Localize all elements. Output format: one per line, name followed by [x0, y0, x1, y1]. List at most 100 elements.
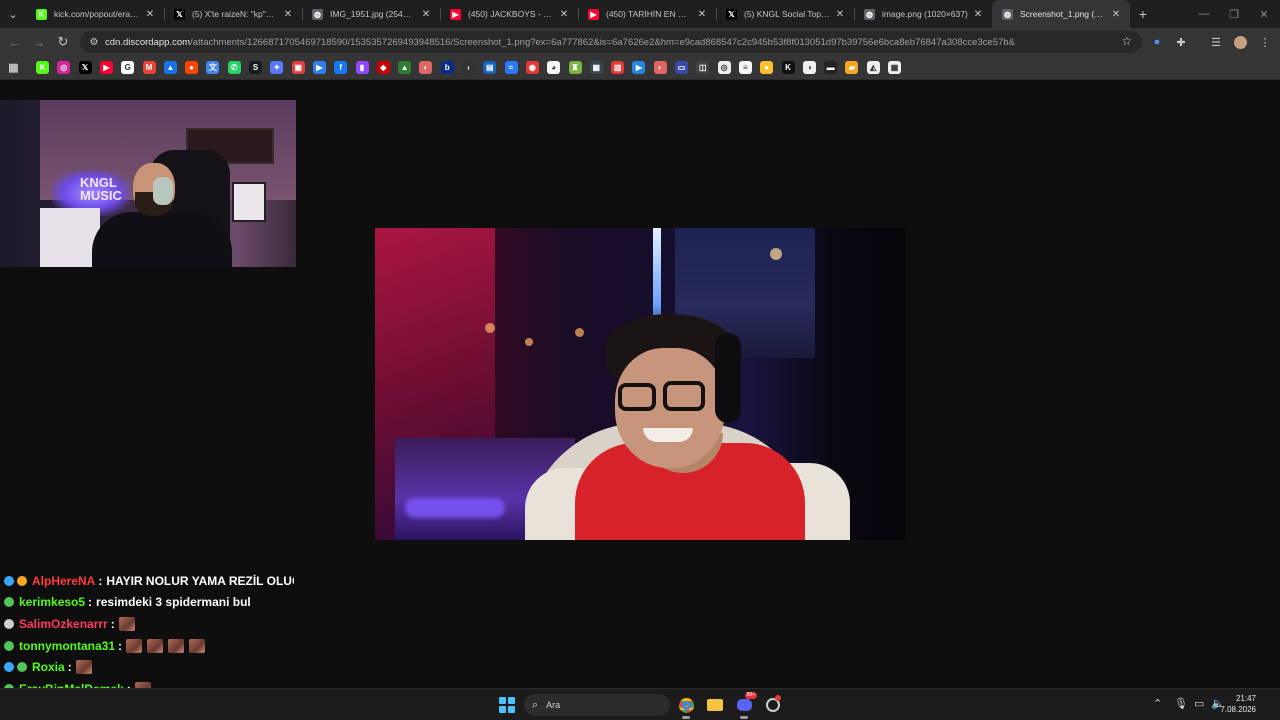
- extensions-puzzle-icon[interactable]: ✚: [1171, 30, 1191, 54]
- bookmark-bookmark-icon[interactable]: ◉: [525, 61, 539, 74]
- google-bookmark-icon[interactable]: G: [121, 61, 135, 74]
- gmail-bookmark-icon[interactable]: M: [142, 61, 156, 74]
- bookmark-bookmark-icon[interactable]: ▲: [398, 61, 412, 74]
- chat-username[interactable]: AlpHereNA: [32, 574, 95, 588]
- bookmark-bookmark-icon[interactable]: ◭: [866, 61, 880, 74]
- network-icon[interactable]: ▭: [1194, 697, 1204, 710]
- image-desk-light: [405, 498, 505, 518]
- tab[interactable]: ▶ (450) TARİHİN EN BÜYÜK ✕: [578, 0, 716, 28]
- bookmark-bookmark-icon[interactable]: ◆: [376, 61, 390, 74]
- tab[interactable]: 𝕏 (5) KNGL Social Topluluk ✕: [716, 0, 854, 28]
- tab-close-icon[interactable]: ✕: [144, 9, 156, 20]
- chat-username[interactable]: tonnymontana31: [19, 639, 115, 653]
- tab[interactable]: Kkick.com/popout/eray/ch ✕: [26, 0, 164, 28]
- chat-separator: :: [98, 573, 103, 588]
- profile-avatar[interactable]: [1230, 30, 1250, 54]
- discord-taskbar-icon[interactable]: 99+: [733, 692, 757, 719]
- bookmark-bookmark-icon[interactable]: ♜: [568, 61, 582, 74]
- tab-close-icon[interactable]: ✕: [696, 9, 708, 20]
- reload-button[interactable]: ↻: [51, 30, 75, 54]
- bookmark-bookmark-icon[interactable]: ✦: [270, 61, 284, 74]
- translate-bookmark-icon[interactable]: 文: [206, 61, 220, 74]
- tab[interactable]: ◍ IMG_1951.jpg (254×426) ✕: [302, 0, 440, 28]
- tab-close-icon[interactable]: ✕: [834, 9, 846, 20]
- bookmark-bookmark-icon[interactable]: ▦: [888, 61, 901, 74]
- youtube-bookmark-icon[interactable]: ▶: [99, 61, 113, 74]
- apps-grid-icon[interactable]: ▦: [7, 61, 20, 74]
- reddit-bookmark-icon[interactable]: ●: [185, 61, 199, 74]
- url-path: /attachments/1266871705469718590/1535357…: [190, 36, 1015, 48]
- bookmark-bookmark-icon[interactable]: b: [440, 61, 454, 74]
- tab-title: image.png (1020×637): [882, 9, 968, 19]
- tab[interactable]: 𝕏 (5) X'te raizeN: "kp"p hay ✕: [164, 0, 302, 28]
- discord-notification-badge: 99+: [744, 692, 757, 699]
- bookmark-bookmark-icon[interactable]: ▣: [291, 61, 305, 74]
- file-explorer-icon[interactable]: [704, 694, 726, 716]
- tab[interactable]: ◍ image.png (1020×637) ✕: [854, 0, 992, 28]
- extension-icon[interactable]: ●: [1147, 30, 1167, 54]
- bookmark-bookmark-icon[interactable]: ◕: [547, 61, 561, 74]
- bookmark-bookmark-icon[interactable]: ≡: [738, 61, 752, 74]
- browser-toolbar: ← → ↻ ⚙ cdn.discordapp.com/attachments/1…: [0, 28, 1280, 56]
- bookmark-bookmark-icon[interactable]: ▶: [632, 61, 646, 74]
- bookmark-star-icon[interactable]: ☆: [1121, 34, 1132, 48]
- bookmark-bookmark-icon[interactable]: ◑: [802, 61, 816, 74]
- tab-active[interactable]: ◍ Screenshot_1.png (797×4 ✕: [992, 0, 1130, 28]
- displayed-screenshot-image[interactable]: [375, 228, 906, 540]
- chat-emote-icon: [168, 638, 185, 653]
- site-info-icon[interactable]: ⚙: [88, 36, 100, 48]
- whatsapp-bookmark-icon[interactable]: ✆: [227, 61, 241, 74]
- instagram-bookmark-icon[interactable]: ◎: [57, 61, 71, 74]
- chat-username[interactable]: kerimkeso5: [19, 595, 85, 609]
- x-bookmark-icon[interactable]: 𝕏: [78, 61, 92, 74]
- desktop: ⌄ Kkick.com/popout/eray/ch ✕ 𝕏 (5) X'te rai…: [0, 0, 1280, 720]
- tray-chevron-icon[interactable]: ⌃: [1153, 697, 1162, 710]
- facebook-bookmark-icon[interactable]: f: [334, 61, 348, 74]
- twitch-bookmark-icon[interactable]: ▮: [355, 61, 369, 74]
- chat-username[interactable]: SalimOzkenarrr: [19, 617, 108, 631]
- tab-close-icon[interactable]: ✕: [558, 9, 570, 20]
- tab-close-icon[interactable]: ✕: [420, 9, 432, 20]
- bookmark-bookmark-icon[interactable]: ●: [760, 61, 774, 74]
- bookmark-bookmark-icon[interactable]: ◎: [717, 61, 731, 74]
- clock[interactable]: 21:47 7.08.2026: [1220, 693, 1256, 715]
- bookmark-bookmark-icon[interactable]: ▬: [824, 61, 838, 74]
- address-bar[interactable]: ⚙ cdn.discordapp.com/attachments/1266871…: [80, 31, 1142, 53]
- tab[interactable]: ▶ (450) JACKBOYS - GANG ✕: [440, 0, 578, 28]
- bookmark-bookmark-icon[interactable]: ≈: [504, 61, 518, 74]
- app-taskbar-icon[interactable]: [762, 694, 784, 716]
- chat-separator: :: [118, 638, 123, 653]
- bookmark-bookmark-icon[interactable]: ▤: [483, 61, 497, 74]
- bookmark-bookmark-icon[interactable]: K: [781, 61, 795, 74]
- start-button[interactable]: [499, 697, 515, 713]
- taskbar-search[interactable]: ⌕ Ara: [524, 694, 670, 716]
- bookmark-bookmark-icon[interactable]: ▰: [845, 61, 859, 74]
- bookmark-bookmark-icon[interactable]: ▭: [675, 61, 688, 74]
- x-icon: 𝕏: [726, 8, 737, 20]
- menu-kebab-icon[interactable]: ⋮: [1255, 30, 1275, 54]
- new-tab-button[interactable]: +: [1130, 0, 1156, 28]
- bookmark-bookmark-icon[interactable]: ◫: [696, 61, 710, 74]
- bookmark-bookmark-icon[interactable]: ◐: [653, 61, 667, 74]
- chat-username[interactable]: Roxia: [32, 660, 65, 674]
- drive-bookmark-icon[interactable]: ▲: [163, 61, 177, 74]
- tab-title: (5) KNGL Social Topluluk: [744, 9, 830, 19]
- bookmark-bookmark-icon[interactable]: ›: [462, 61, 475, 74]
- reading-list-icon[interactable]: ☰: [1206, 30, 1226, 54]
- bookmark-bookmark-icon[interactable]: ▶: [312, 61, 326, 74]
- microphone-icon[interactable]: 🎙: [1174, 697, 1188, 710]
- steam-bookmark-icon[interactable]: S: [249, 61, 262, 74]
- chrome-taskbar-icon[interactable]: [675, 694, 697, 719]
- bookmark-bookmark-icon[interactable]: ▥: [611, 61, 625, 74]
- forward-button[interactable]: →: [27, 30, 51, 54]
- bookmark-bookmark-icon[interactable]: ▦: [589, 61, 603, 74]
- back-button[interactable]: ←: [3, 30, 27, 54]
- x-icon: 𝕏: [174, 8, 185, 20]
- bookmark-bookmark-icon[interactable]: ◐: [419, 61, 433, 74]
- tab-close-icon[interactable]: ✕: [1110, 9, 1122, 20]
- tab-search-chevron-icon[interactable]: ⌄: [0, 0, 26, 28]
- tab-close-icon[interactable]: ✕: [972, 9, 984, 20]
- kick-bookmark-icon[interactable]: K: [36, 61, 49, 74]
- close-window-icon[interactable]: ✕: [1244, 0, 1280, 28]
- tab-close-icon[interactable]: ✕: [282, 9, 294, 20]
